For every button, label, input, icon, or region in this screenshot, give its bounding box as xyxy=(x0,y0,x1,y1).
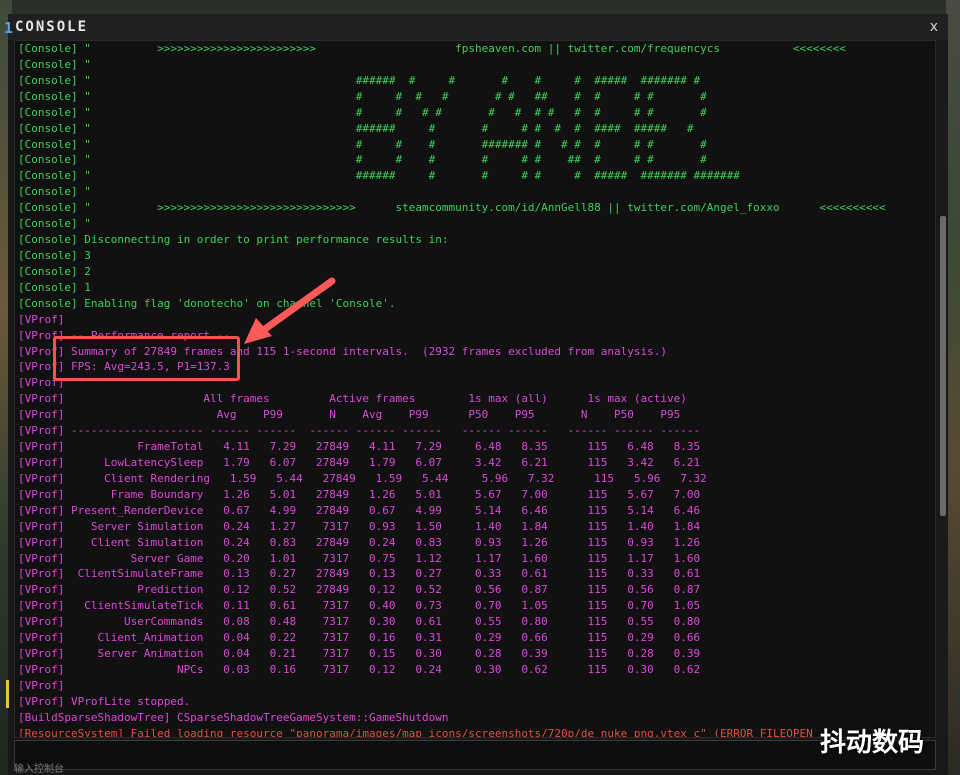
bottom-hint-text: 输入控制台 xyxy=(14,764,64,775)
watermark: 抖动数码 xyxy=(820,728,925,758)
annotation-arrow-icon xyxy=(244,277,336,344)
